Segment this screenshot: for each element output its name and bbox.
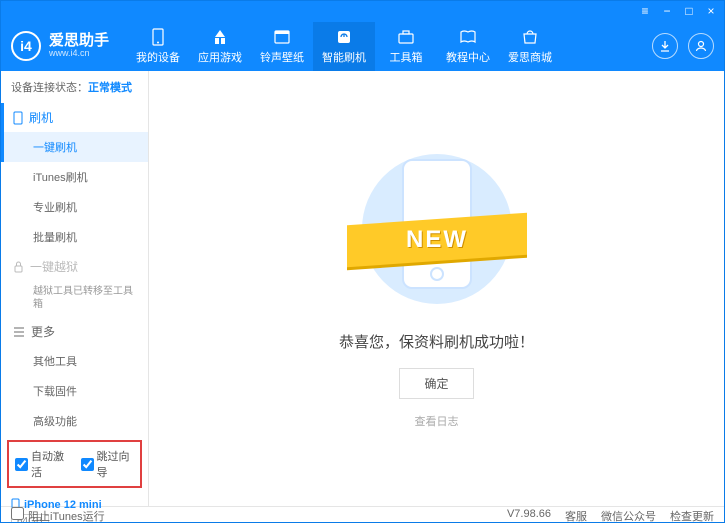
lock-icon [13, 261, 24, 273]
nav-label: 应用游戏 [198, 49, 242, 65]
app-window: ≡ − □ × i4 爱思助手 www.i4.cn 我的设备 应用游戏 铃声壁纸 [0, 0, 725, 523]
toolbox-icon [397, 28, 415, 46]
nav-label: 智能刷机 [322, 49, 366, 65]
nav-store[interactable]: 爱思商城 [499, 22, 561, 71]
app-name: 爱思助手 [49, 33, 109, 50]
conn-label: 设备连接状态： [11, 82, 88, 94]
nav-ringtones[interactable]: 铃声壁纸 [251, 22, 313, 71]
store-icon [521, 28, 539, 46]
list-icon [13, 327, 25, 337]
sidebar-sub-other[interactable]: 其他工具 [1, 346, 148, 376]
sidebar-group-more[interactable]: 更多 [1, 317, 148, 346]
close-icon[interactable]: × [704, 4, 718, 18]
checkbox-highlight-box: 自动激活 跳过向导 [7, 440, 142, 488]
nav-tutorials[interactable]: 教程中心 [437, 22, 499, 71]
group-label: 一键越狱 [30, 258, 78, 275]
phone-icon [149, 28, 167, 46]
menu-icon[interactable]: ≡ [638, 4, 652, 18]
main-content: NEW 恭喜您，保资料刷机成功啦！ 确定 查看日志 [149, 71, 724, 506]
connection-status: 设备连接状态：正常模式 [1, 71, 148, 103]
sidebar-sub-batch[interactable]: 批量刷机 [1, 222, 148, 252]
app-url: www.i4.cn [49, 49, 109, 59]
titlebar: ≡ − □ × [1, 1, 724, 21]
download-button[interactable] [652, 33, 678, 59]
confirm-button[interactable]: 确定 [399, 368, 473, 399]
sidebar-sub-firmware[interactable]: 下载固件 [1, 376, 148, 406]
version-label: V7.98.66 [507, 508, 551, 523]
wechat-link[interactable]: 微信公众号 [601, 508, 656, 523]
sidebar-group-flash[interactable]: 刷机 [1, 103, 148, 132]
nav-apps[interactable]: 应用游戏 [189, 22, 251, 71]
success-message: 恭喜您，保资料刷机成功啦！ [339, 331, 534, 352]
nav-toolbox[interactable]: 工具箱 [375, 22, 437, 71]
nav-label: 工具箱 [390, 49, 423, 65]
success-illustration: NEW [357, 149, 517, 309]
nav: 我的设备 应用游戏 铃声壁纸 智能刷机 工具箱 教程中心 [127, 22, 652, 71]
view-log-link[interactable]: 查看日志 [415, 413, 459, 429]
user-button[interactable] [688, 33, 714, 59]
minimize-icon[interactable]: − [660, 4, 674, 18]
body: 设备连接状态：正常模式 刷机 一键刷机 iTunes刷机 专业刷机 批量刷机 一… [1, 71, 724, 506]
phone-icon [13, 111, 23, 125]
flash-icon [335, 28, 353, 46]
maximize-icon[interactable]: □ [682, 4, 696, 18]
nav-label: 教程中心 [446, 49, 490, 65]
nav-flash[interactable]: 智能刷机 [313, 22, 375, 71]
group-label: 刷机 [29, 109, 53, 126]
skip-guide-checkbox[interactable]: 跳过向导 [81, 448, 135, 480]
nav-label: 铃声壁纸 [260, 49, 304, 65]
nav-label: 爱思商城 [508, 49, 552, 65]
nav-label: 我的设备 [136, 49, 180, 65]
group-label: 更多 [31, 323, 55, 340]
sidebar-group-jailbreak: 一键越狱 [1, 252, 148, 281]
header: i4 爱思助手 www.i4.cn 我的设备 应用游戏 铃声壁纸 智能刷机 [1, 21, 724, 71]
auto-activate-checkbox[interactable]: 自动激活 [15, 448, 69, 480]
logo: i4 爱思助手 www.i4.cn [11, 31, 109, 61]
check-update-link[interactable]: 检查更新 [670, 508, 714, 523]
jailbreak-note: 越狱工具已转移至工具箱 [1, 281, 148, 317]
media-icon [273, 28, 291, 46]
block-itunes-checkbox[interactable]: 阻止iTunes运行 [11, 507, 105, 523]
sidebar-sub-advanced[interactable]: 高级功能 [1, 406, 148, 436]
nav-my-device[interactable]: 我的设备 [127, 22, 189, 71]
sidebar-sub-itunes[interactable]: iTunes刷机 [1, 162, 148, 192]
sidebar: 设备连接状态：正常模式 刷机 一键刷机 iTunes刷机 专业刷机 批量刷机 一… [1, 71, 149, 506]
sidebar-sub-pro[interactable]: 专业刷机 [1, 192, 148, 222]
conn-value: 正常模式 [88, 82, 132, 94]
sidebar-sub-oneclick[interactable]: 一键刷机 [1, 132, 148, 162]
book-icon [459, 28, 477, 46]
support-link[interactable]: 客服 [565, 508, 587, 523]
header-actions [652, 33, 714, 59]
apps-icon [211, 28, 229, 46]
logo-icon: i4 [11, 31, 41, 61]
